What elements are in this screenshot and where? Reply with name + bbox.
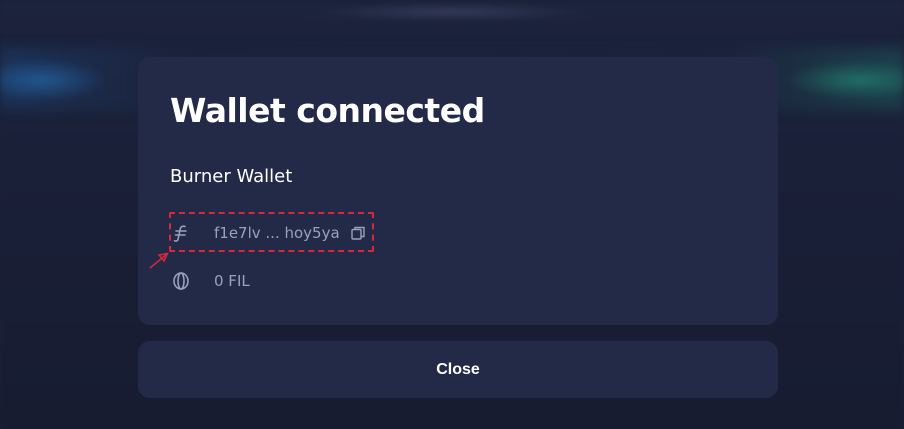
pointer-arrow-icon [149, 252, 169, 269]
address-row: f1e7lv ... hoy5ya [170, 222, 366, 244]
wallet-address: f1e7lv ... hoy5ya [214, 224, 340, 242]
coin-icon [170, 270, 192, 292]
filecoin-icon [170, 222, 192, 244]
balance-row: 0 FIL [170, 270, 250, 292]
close-button[interactable]: Close [138, 341, 778, 398]
wallet-name: Burner Wallet [170, 166, 293, 187]
copy-icon[interactable] [350, 225, 366, 241]
wallet-balance: 0 FIL [214, 272, 250, 290]
modal-title: Wallet connected [170, 91, 485, 130]
wallet-connected-modal: Wallet connected Burner Wallet f1e7lv ..… [138, 57, 778, 325]
